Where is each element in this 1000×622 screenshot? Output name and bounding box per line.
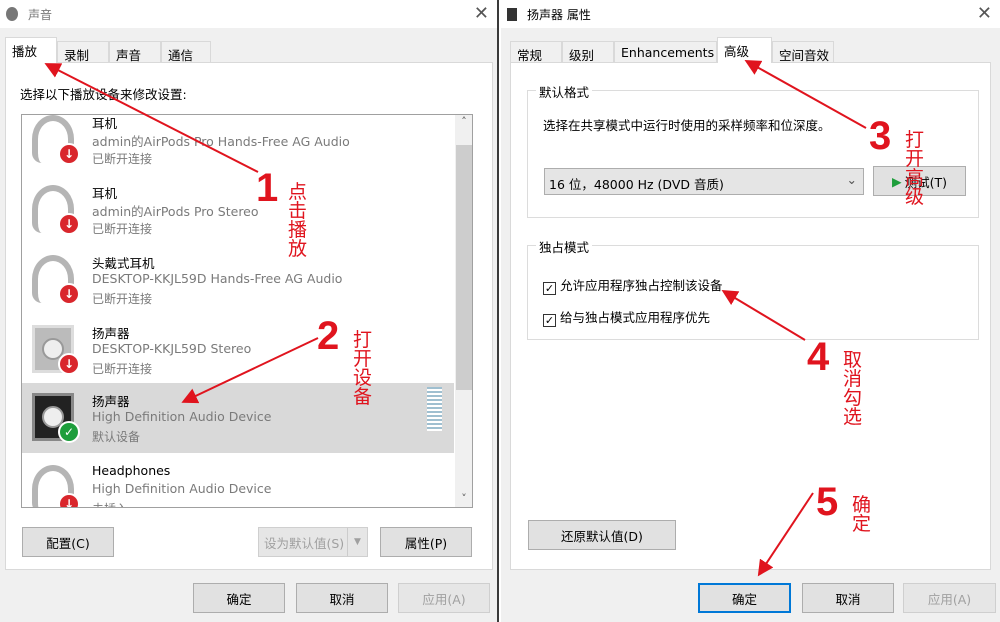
annotation-text: 确定 — [852, 494, 872, 535]
annotation-number: 1 — [256, 166, 279, 210]
arrow-3 — [744, 60, 867, 129]
annotation-number: 2 — [317, 314, 340, 358]
annotation-text: 点击播放 — [288, 181, 308, 260]
annotation-text: 取消勾选 — [843, 349, 863, 428]
arrow-2 — [181, 337, 319, 404]
arrow-1 — [44, 63, 259, 173]
arrow-5 — [757, 492, 814, 577]
annotation-number: 5 — [816, 480, 839, 524]
annotation-arrows — [44, 60, 867, 577]
annotation-number: 4 — [807, 335, 830, 379]
annotation-number: 3 — [869, 114, 892, 158]
arrow-4 — [721, 289, 806, 341]
annotation-text: 打开设备 — [353, 329, 373, 408]
annotation-text: 打开高级 — [905, 129, 925, 208]
